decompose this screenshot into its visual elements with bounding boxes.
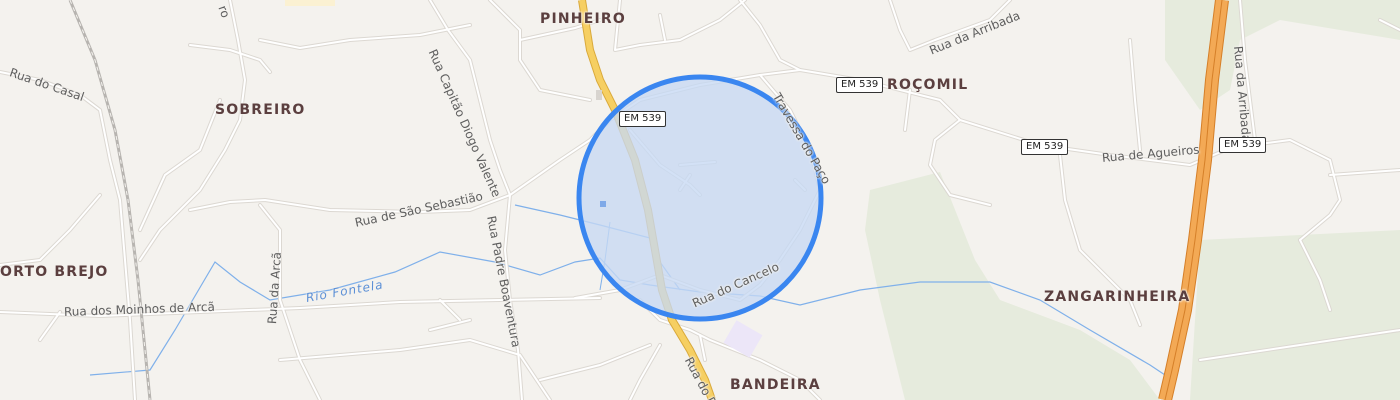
- railway-ties: [69, 0, 151, 400]
- place-label-bandeira: BANDEIRA: [730, 377, 821, 393]
- green-area: [1190, 230, 1400, 400]
- map-canvas: [0, 0, 1400, 400]
- road-shield-em539: EM 539: [836, 77, 884, 93]
- road-shield-em539: EM 539: [1021, 139, 1069, 155]
- road-shield-em539: EM 539: [619, 111, 667, 127]
- yellow-area: [285, 0, 335, 6]
- place-label-pinheiro: PINHEIRO: [540, 11, 626, 27]
- map-view[interactable]: PINHEIRO SOBREIRO ROÇOMIL ORTO BREJO ZAN…: [0, 0, 1400, 400]
- building: [596, 90, 602, 100]
- place-label-sobreiro: SOBREIRO: [215, 102, 306, 118]
- place-label-rocomil: ROÇOMIL: [887, 77, 969, 93]
- place-label-orto-brejo: ORTO BREJO: [0, 264, 109, 280]
- purple-poi-area: [723, 320, 763, 358]
- road-shield-em539: EM 539: [1219, 137, 1267, 153]
- green-area: [1165, 0, 1400, 110]
- place-label-zangarinheira: ZANGARINHEIRA: [1044, 289, 1191, 305]
- railway: [68, 0, 152, 400]
- center-marker: [600, 201, 606, 207]
